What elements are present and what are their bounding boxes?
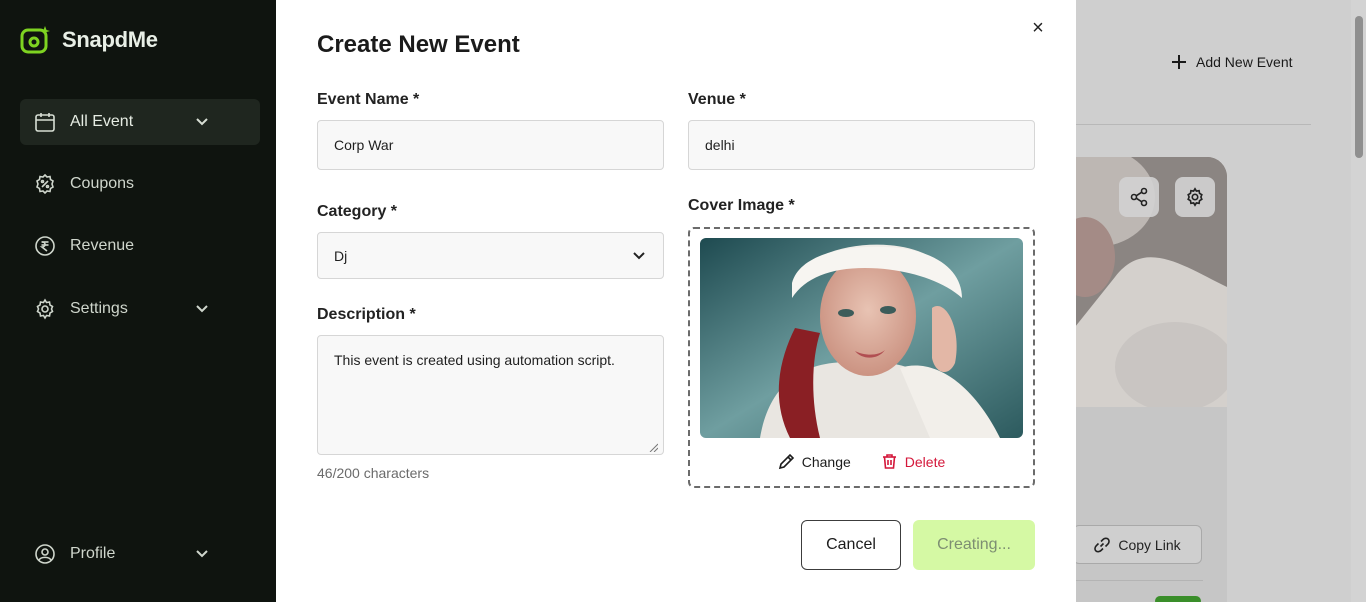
cover-image-actions: Change Delete (690, 453, 1033, 470)
scroll-thumb[interactable] (1355, 16, 1363, 158)
sidebar-item-all-event[interactable]: All Event (20, 99, 260, 145)
delete-image-button[interactable]: Delete (881, 453, 945, 470)
sidebar-item-label: Settings (70, 300, 128, 317)
change-label: Change (801, 453, 851, 470)
add-new-event-button[interactable]: Add New Event (1170, 53, 1293, 71)
divider (1075, 124, 1311, 125)
share-button[interactable] (1119, 177, 1159, 217)
chevron-down-icon (196, 305, 208, 313)
venue-label: Venue * (688, 91, 746, 108)
status-badge (1155, 596, 1201, 602)
char-count: 46/200 characters (317, 465, 430, 481)
logo-icon (20, 26, 50, 54)
gear-icon (1187, 187, 1203, 207)
app-name: SnapdMe (62, 27, 158, 52)
sidebar-item-revenue[interactable]: Revenue (20, 223, 260, 269)
chevron-down-icon (633, 251, 645, 259)
event-name-input[interactable] (317, 120, 664, 170)
sidebar: SnapdMe All Event Coupons Revenue Settin… (0, 0, 276, 602)
event-name-label: Event Name * (317, 91, 420, 108)
sidebar-item-label: All Event (70, 113, 134, 130)
category-label: Category * (317, 203, 398, 220)
chevron-down-icon (196, 550, 208, 558)
sidebar-item-settings[interactable]: Settings (20, 286, 260, 332)
cover-image-upload[interactable]: Change Delete (688, 227, 1035, 488)
copy-link-label: Copy Link (1118, 536, 1181, 553)
cover-image-label: Cover Image * (688, 197, 795, 214)
calendar-icon (34, 111, 56, 133)
sidebar-item-label: Revenue (70, 237, 135, 254)
card-settings-button[interactable] (1175, 177, 1215, 217)
sidebar-item-coupons[interactable]: Coupons (20, 161, 260, 207)
chevron-down-icon (196, 118, 208, 126)
rupee-icon (34, 235, 56, 257)
description-textarea[interactable]: This event is created using automation s… (317, 335, 664, 455)
link-icon (1094, 537, 1111, 552)
description-label: Description * (317, 306, 416, 323)
share-icon (1130, 187, 1148, 207)
sidebar-item-label: Profile (70, 545, 116, 562)
sidebar-item-label: Coupons (70, 175, 135, 192)
resize-grip-icon[interactable] (648, 442, 658, 452)
trash-icon (882, 454, 896, 469)
modal-title: Create New Event (317, 31, 520, 58)
plus-icon (1172, 55, 1186, 69)
delete-label: Delete (904, 453, 946, 470)
background-events-page: Add New Event Copy Link (1073, 0, 1366, 602)
category-selected-value: Dj (334, 247, 348, 264)
divider (1075, 580, 1203, 581)
pencil-icon (778, 453, 794, 470)
gear-icon (34, 298, 56, 320)
coupon-icon (34, 173, 56, 195)
app-logo[interactable]: SnapdMe (20, 24, 158, 56)
copy-link-button[interactable]: Copy Link (1073, 525, 1202, 564)
scrollbar[interactable] (1351, 0, 1366, 602)
cancel-button[interactable]: Cancel (801, 520, 901, 570)
venue-input[interactable] (688, 120, 1035, 170)
cover-image-preview (700, 238, 1023, 438)
add-new-event-label: Add New Event (1196, 54, 1293, 70)
category-select[interactable]: Dj (317, 232, 664, 279)
sidebar-item-profile[interactable]: Profile (20, 531, 260, 577)
close-icon[interactable]: × (1028, 18, 1048, 38)
create-event-button[interactable]: Creating... (913, 520, 1035, 570)
change-image-button[interactable]: Change (778, 453, 851, 470)
user-circle-icon (34, 543, 56, 565)
create-event-modal: Create New Event × Event Name * Venue * … (276, 0, 1076, 602)
